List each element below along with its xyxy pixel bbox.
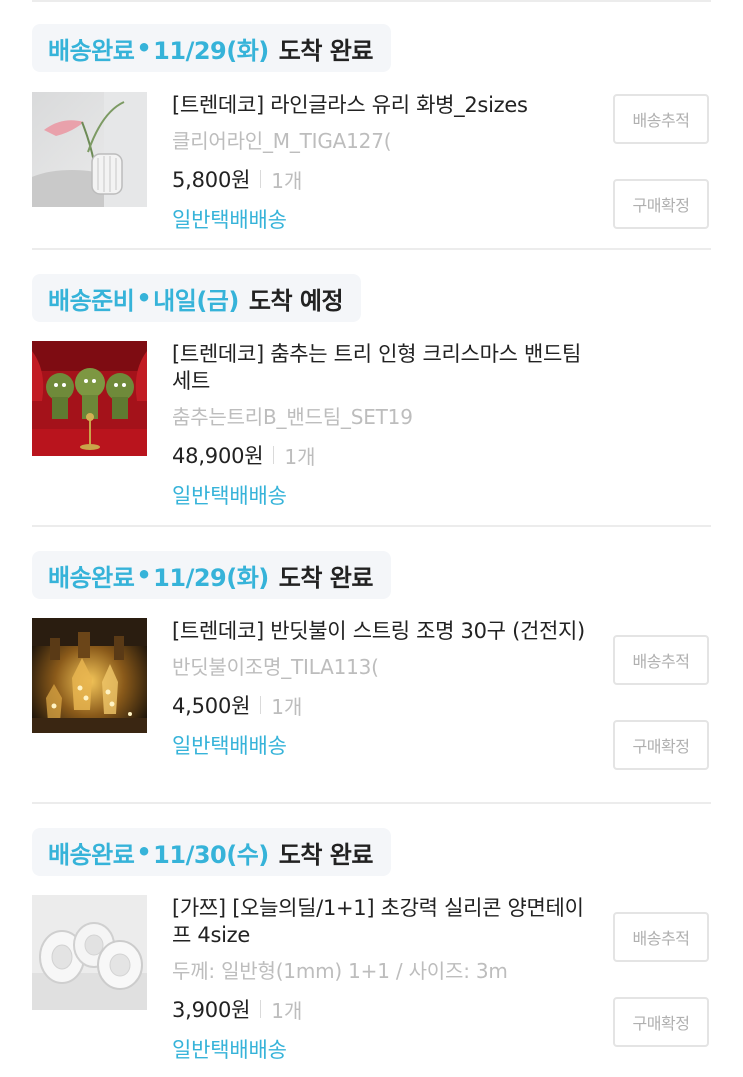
product-thumbnail[interactable] — [32, 341, 147, 456]
price-row: 5,800원 1개 — [172, 164, 592, 194]
status-text: 도착 완료 — [278, 840, 374, 869]
product-option: 클리어라인_M_TIGA127( — [172, 129, 392, 153]
status-label: 배송완료 — [48, 840, 135, 869]
price-row: 3,900원 1개 — [172, 994, 592, 1024]
product-option: 반딧불이조명_TILA113( — [172, 655, 379, 679]
status-dot: • — [136, 284, 152, 312]
status-label: 배송준비 — [48, 286, 135, 315]
delivery-status-badge: 배송완료 • 11/30(수) 도착 완료 — [32, 828, 391, 876]
track-delivery-button[interactable]: 배송추적 — [613, 912, 709, 962]
string-lights-photo-icon — [32, 618, 147, 733]
confirm-purchase-button[interactable]: 구매확정 — [613, 997, 709, 1047]
status-label: 배송완료 — [48, 563, 135, 592]
shipping-method: 일반택배배송 — [172, 484, 287, 508]
confirm-purchase-button[interactable]: 구매확정 — [613, 179, 709, 229]
product-thumbnail[interactable] — [32, 92, 147, 207]
status-date: 11/29(화) — [153, 36, 269, 65]
product-name[interactable]: [가쯔] [오늘의딜/1+1] 초강력 실리콘 양면테이프 4size — [172, 895, 592, 949]
confirm-purchase-button[interactable]: 구매확정 — [613, 720, 709, 770]
status-text: 도착 완료 — [278, 563, 374, 592]
product-quantity: 1개 — [284, 444, 316, 469]
status-dot: • — [136, 838, 152, 866]
status-date: 11/29(화) — [153, 563, 269, 592]
delivery-status-badge: 배송완료 • 11/29(화) 도착 완료 — [32, 551, 391, 599]
order-divider — [32, 525, 711, 527]
product-option: 춤추는트리B_밴드팀_SET19 — [172, 405, 413, 429]
product-price: 48,900원 — [172, 444, 264, 468]
dancing-tree-band-photo-icon — [32, 341, 147, 456]
order-divider — [32, 248, 711, 250]
shipping-method: 일반택배배송 — [172, 1038, 287, 1062]
product-quantity: 1개 — [271, 694, 303, 719]
product-thumbnail[interactable] — [32, 895, 147, 1010]
delivery-status-badge: 배송완료 • 11/29(화) 도착 완료 — [32, 24, 391, 72]
status-label: 배송완료 — [48, 36, 135, 65]
product-price: 5,800원 — [172, 168, 251, 192]
track-delivery-button[interactable]: 배송추적 — [613, 635, 709, 685]
tape-rolls-photo-icon — [32, 895, 147, 1010]
shipping-method: 일반택배배송 — [172, 208, 287, 232]
status-dot: • — [136, 561, 152, 589]
status-text: 도착 완료 — [278, 36, 374, 65]
top-divider — [32, 0, 711, 2]
delivery-status-badge: 배송준비 • 내일(금) 도착 예정 — [32, 274, 362, 322]
track-delivery-button[interactable]: 배송추적 — [613, 94, 709, 144]
status-text: 도착 예정 — [248, 286, 344, 315]
product-name[interactable]: [트렌데코] 반딧불이 스트링 조명 30구 (건전지) — [172, 618, 592, 645]
product-name[interactable]: [트렌데코] 라인글라스 유리 화병_2sizes — [172, 92, 592, 119]
product-quantity: 1개 — [271, 998, 303, 1023]
glass-vase-photo-icon — [32, 92, 147, 207]
price-qty-separator — [260, 1000, 262, 1018]
product-option: 두께: 일반형(1mm) 1+1 / 사이즈: 3m — [172, 959, 508, 983]
product-thumbnail[interactable] — [32, 618, 147, 733]
price-qty-separator — [260, 696, 262, 714]
status-date: 내일(금) — [153, 286, 239, 315]
price-row: 4,500원 1개 — [172, 690, 592, 720]
shipping-method: 일반택배배송 — [172, 734, 287, 758]
price-row: 48,900원 1개 — [172, 440, 592, 470]
product-price: 3,900원 — [172, 998, 251, 1022]
product-price: 4,500원 — [172, 694, 251, 718]
status-dot: • — [136, 34, 152, 62]
status-date: 11/30(수) — [153, 840, 269, 869]
price-qty-separator — [260, 170, 262, 188]
order-divider — [32, 802, 711, 804]
product-name[interactable]: [트렌데코] 춤추는 트리 인형 크리스마스 밴드팀 세트 — [172, 341, 592, 395]
price-qty-separator — [273, 446, 275, 464]
product-quantity: 1개 — [271, 168, 303, 193]
